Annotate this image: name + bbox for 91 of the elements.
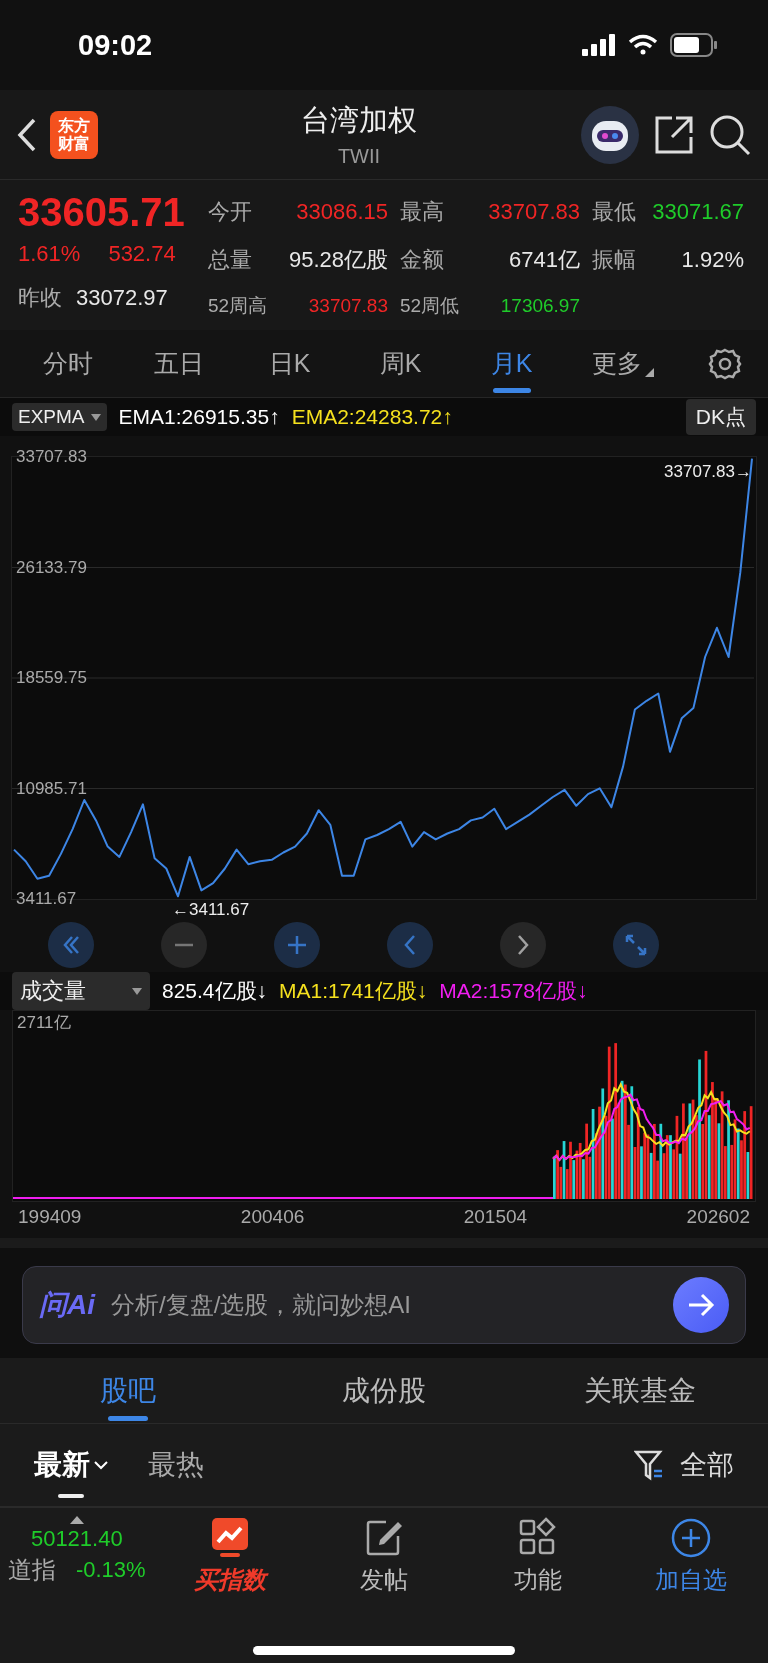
indicator-value: EMA1:26915.35↑ <box>118 405 280 429</box>
app-logo: 东方 财富 <box>50 110 98 159</box>
dropdown-caret-icon <box>90 413 101 421</box>
chevron-down-icon <box>94 1460 108 1470</box>
signal-icon <box>582 34 616 56</box>
stat-label: 今开 <box>208 198 252 227</box>
x-axis-label: 200406 <box>240 1206 305 1229</box>
period-tab[interactable]: 更多 <box>567 330 678 397</box>
chart-control-button[interactable] <box>274 922 320 968</box>
nav-item[interactable]: 加自选 <box>614 1516 768 1663</box>
left-chevron-icon <box>404 934 416 956</box>
sort-tab[interactable]: 最热 <box>148 1446 204 1484</box>
battery-icon <box>670 33 718 57</box>
stat-label: 昨收 <box>18 284 62 312</box>
right-chevron-icon <box>517 934 529 956</box>
volume-value: 825.4亿股↓ <box>162 978 268 1004</box>
back-icon[interactable] <box>16 116 38 153</box>
change-percent: 1.61% <box>18 241 81 267</box>
y-axis-label: 26133.79 <box>16 557 87 578</box>
ticker-change: -0.13% <box>75 1557 146 1583</box>
change-value: 532.74 <box>108 241 176 267</box>
plus-icon <box>286 934 308 956</box>
index-code: TWII <box>337 145 381 168</box>
ticker-name: 道指 <box>7 1555 56 1585</box>
filter-label[interactable]: 全部 <box>680 1447 734 1483</box>
volume-value: MA1:1741亿股↓ <box>279 978 428 1004</box>
min-price-label: ←3411.67 <box>172 900 250 920</box>
y-axis-label: 18559.75 <box>16 668 87 688</box>
volume-value: MA2:1578亿股↓ <box>439 978 588 1004</box>
ai-brand-label: 问Ai <box>39 1288 95 1322</box>
x-axis-label: 201504 <box>463 1206 528 1229</box>
arrow-right-icon <box>687 1293 715 1317</box>
period-tab[interactable]: 五日 <box>123 330 234 397</box>
stat-label: 最高 <box>400 198 444 227</box>
chart-control-button[interactable] <box>613 922 659 968</box>
filter-icon[interactable] <box>634 1449 664 1481</box>
volume-max-label: 2711亿 <box>17 1013 71 1033</box>
stat-label: 振幅 <box>592 246 636 274</box>
ticker-value: 50121.40 <box>30 1526 123 1552</box>
chart-control-button[interactable] <box>48 922 94 968</box>
send-button[interactable] <box>673 1277 729 1333</box>
ai-question-field[interactable]: 问Ai 分析/复盘/选股，就问妙想AI <box>22 1266 746 1344</box>
dropdown-caret-icon <box>132 987 142 995</box>
caret-up-icon <box>69 1516 84 1524</box>
stat-value: 33707.83 <box>308 294 388 317</box>
section-tab[interactable]: 关联基金 <box>512 1358 768 1423</box>
index-ticker[interactable]: 50121.40 道指 -0.13% <box>0 1516 154 1663</box>
x-axis-label: 202602 <box>686 1206 750 1229</box>
y-axis-label: 10985.71 <box>16 778 87 799</box>
stat-value: 1.92% <box>681 247 744 273</box>
expand-icon <box>625 934 647 956</box>
period-tab[interactable]: 月K <box>456 330 567 397</box>
index-title: 台湾加权 <box>301 103 417 138</box>
double-left-icon <box>62 935 80 955</box>
dk-point-button[interactable]: DK点 <box>685 399 756 435</box>
stat-value: 33086.15 <box>296 199 388 226</box>
status-time: 09:02 <box>78 28 153 62</box>
period-tab[interactable]: 日K <box>234 330 345 397</box>
period-tab[interactable]: 分时 <box>12 330 123 397</box>
chart-control-button[interactable] <box>500 922 546 968</box>
x-axis-label: 199409 <box>18 1206 82 1229</box>
wifi-icon <box>628 34 658 56</box>
y-axis-label: 33707.83 <box>16 447 87 467</box>
current-price: 33605.71 <box>18 190 186 235</box>
stat-label: 总量 <box>208 246 252 274</box>
stat-label: 52周低 <box>400 293 460 318</box>
nav-item[interactable]: 发帖 <box>307 1516 461 1663</box>
minus-icon <box>173 943 195 947</box>
stat-value: 33072.97 <box>76 285 168 311</box>
stat-value: 33707.83 <box>488 199 580 226</box>
stat-value: 33071.67 <box>652 199 744 226</box>
chart-control-button[interactable] <box>387 922 433 968</box>
ai-question-input[interactable]: 分析/复盘/选股，就问妙想AI <box>109 1290 659 1320</box>
stat-label: 最低 <box>592 198 636 227</box>
indicator-value: EMA2:24283.72↑ <box>291 405 453 429</box>
indicator-select[interactable]: EXPMA <box>12 403 107 431</box>
y-axis-label: 3411.67 <box>16 889 77 909</box>
stat-value: 17306.97 <box>500 294 580 317</box>
settings-icon[interactable] <box>708 346 742 381</box>
section-tab[interactable]: 股吧 <box>0 1358 256 1423</box>
stat-label: 金额 <box>400 246 444 274</box>
section-tab[interactable]: 成份股 <box>256 1358 512 1423</box>
max-price-label: 33707.83→ <box>664 462 752 482</box>
volume-select[interactable]: 成交量 <box>12 972 150 1010</box>
robot-avatar-icon[interactable] <box>580 104 640 165</box>
period-tab[interactable]: 周K <box>345 330 456 397</box>
stat-label: 52周高 <box>208 293 268 318</box>
stat-value: 6741亿 <box>509 246 580 274</box>
stat-value: 95.28亿股 <box>288 246 388 274</box>
nav-item[interactable]: 功能 <box>460 1516 615 1663</box>
nav-item[interactable]: 买指数 <box>153 1516 308 1663</box>
